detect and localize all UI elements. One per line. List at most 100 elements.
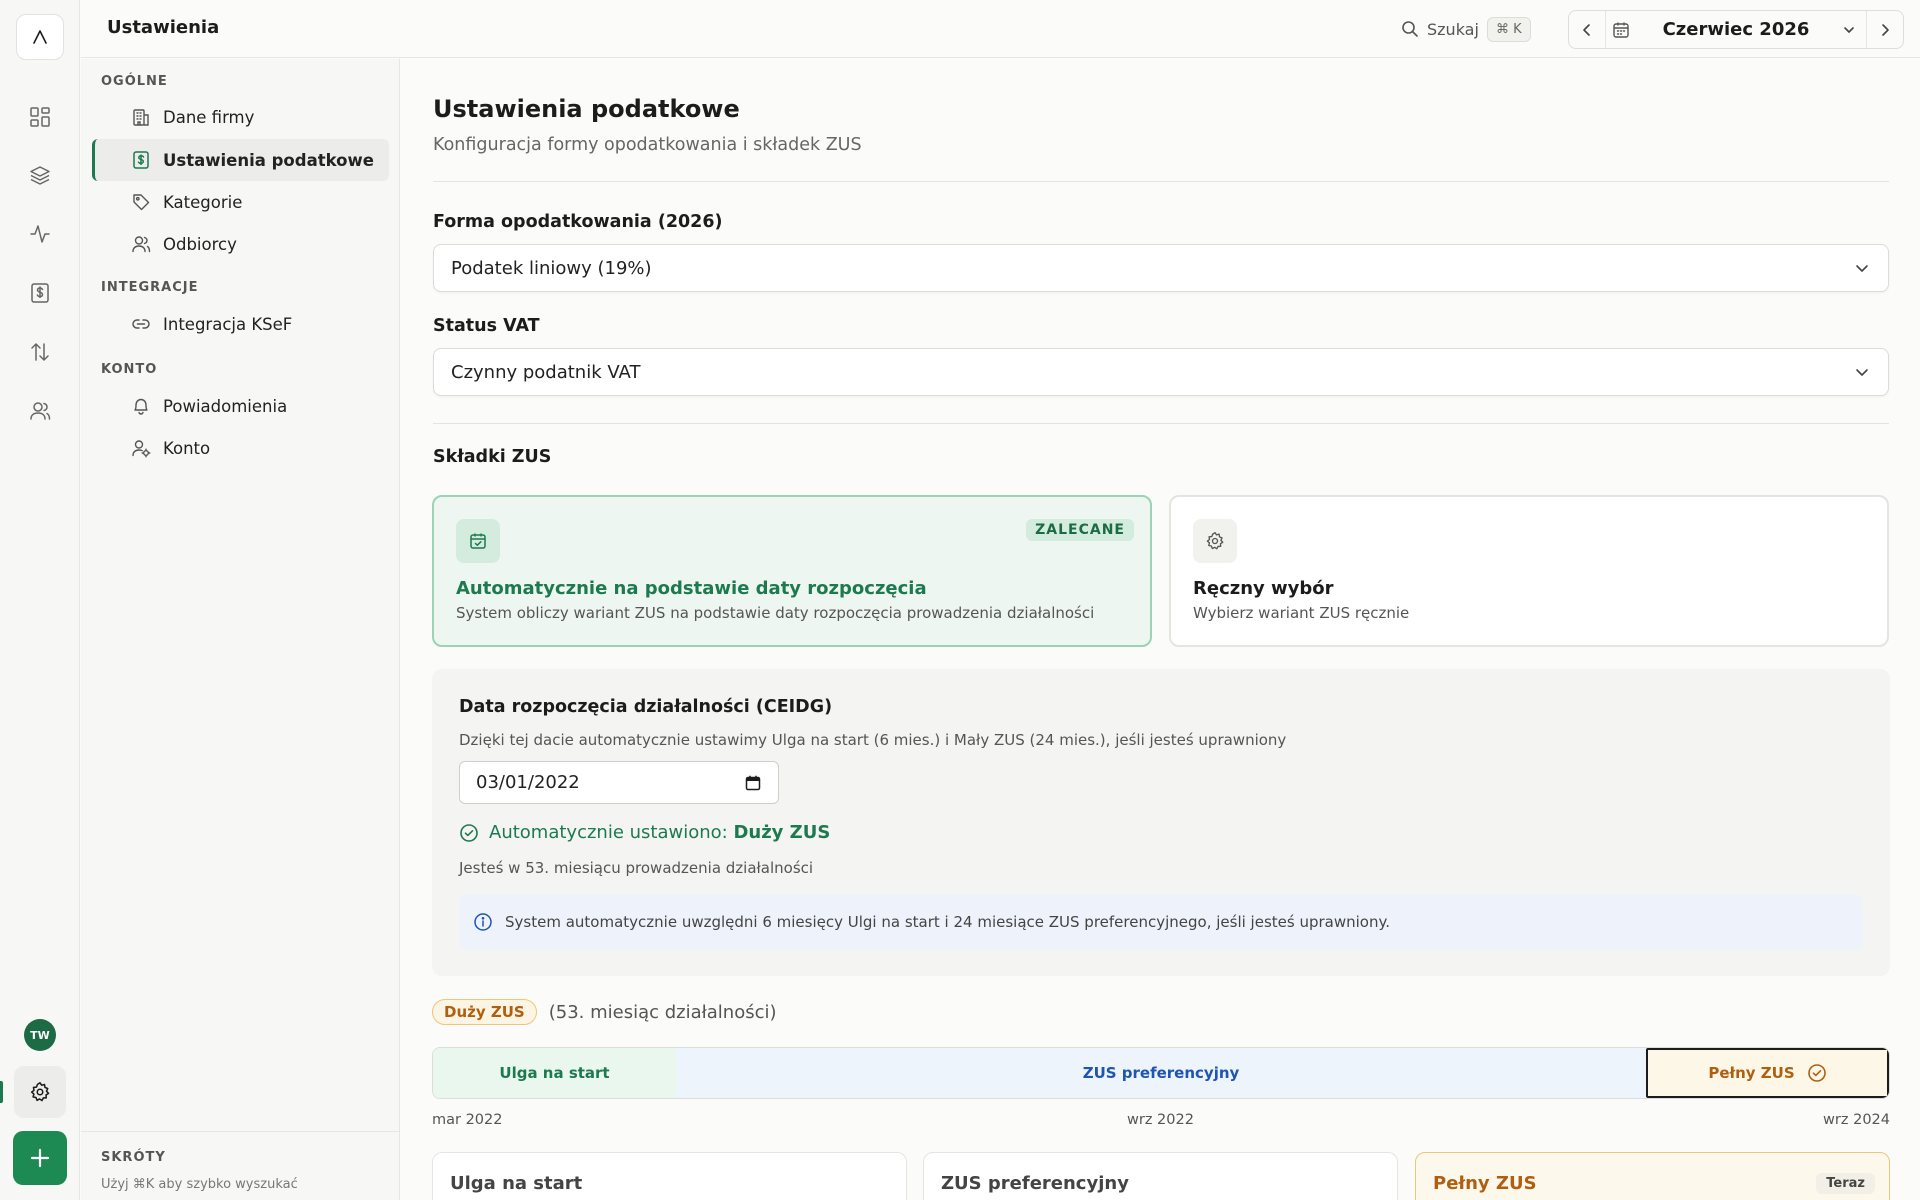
vat-status-value: Czynny podatnik VAT (451, 361, 641, 383)
search-label: Szukaj (1427, 19, 1479, 39)
chevron-right-icon (1882, 23, 1889, 36)
auto-set-value: Duży ZUS (733, 822, 831, 843)
layers-icon[interactable] (26, 161, 54, 189)
search-shortcut: ⌘ K (1486, 16, 1531, 42)
sidebar-item-label: Kategorie (163, 192, 243, 212)
page-description: Konfiguracja formy opodatkowania i skład… (433, 135, 862, 155)
invoice-icon[interactable] (26, 279, 54, 307)
sidebar-item-notifications[interactable]: Powiadomienia (92, 385, 389, 427)
status-badge: Duży ZUS (432, 999, 537, 1025)
tax-form-select[interactable]: Podatek liniowy (19%) (433, 244, 1889, 292)
start-date-title: Data rozpoczęcia działalności (CEIDG) (459, 697, 833, 717)
check-circle-icon (1807, 1064, 1826, 1082)
info-box: System automatycznie uwzględni 6 miesięc… (459, 894, 1863, 950)
current-month: Czerwiec 2026 (1662, 19, 1810, 40)
page-header-title: Ustawienia (107, 17, 220, 38)
month-select[interactable]: Czerwiec 2026 (1605, 11, 1867, 48)
avatar[interactable]: TW (24, 1019, 56, 1051)
current-zus-state: Duży ZUS (53. miesiąc działalności) (432, 999, 777, 1025)
timeline-label-start: mar 2022 (432, 1112, 503, 1128)
manual-option-description: Wybierz wariant ZUS ręcznie (1193, 604, 1410, 622)
sidebar-item-label: Powiadomienia (163, 396, 288, 416)
phase-card-title: ZUS preferencyjny (941, 1173, 1129, 1194)
tax-icon (133, 151, 149, 169)
manual-option-title: Ręczny wybór (1193, 578, 1334, 599)
chevron-left-icon (1583, 23, 1590, 36)
app-logo[interactable] (16, 14, 64, 60)
tag-icon (133, 194, 150, 211)
vat-status-label: Status VAT (433, 316, 540, 336)
sidebar-item-account[interactable]: Konto (92, 427, 389, 469)
next-month-button[interactable] (1867, 11, 1903, 48)
timeline-label-mid: wrz 2022 (1127, 1112, 1194, 1128)
auto-set-status: Automatycznie ustawiono: Duży ZUS (459, 822, 830, 843)
link-icon (132, 319, 150, 329)
recommended-badge: ZALECANE (1026, 519, 1134, 541)
current-phase-badge: Teraz (1816, 1173, 1875, 1194)
top-bar: Ustawienia Szukaj ⌘ K Czerwiec 2026 (81, 0, 1920, 58)
auto-option-description: System obliczy wariant ZUS na podstawie … (456, 604, 1095, 622)
check-circle-icon (460, 823, 478, 842)
zus-section-title: Składki ZUS (433, 447, 552, 467)
zus-auto-option[interactable]: ZALECANE Automatycznie na podstawie daty… (432, 495, 1152, 647)
chevron-down-icon (1856, 369, 1868, 376)
timeline-segment-full-label: Pełny ZUS (1708, 1064, 1795, 1082)
vat-status-select[interactable]: Czynny podatnik VAT (433, 348, 1889, 396)
settings-nav-button[interactable] (14, 1066, 66, 1118)
settings-sidebar: OGÓLNE Dane firmy Ustawienia podatkowe K… (81, 59, 400, 1200)
section-general: OGÓLNE (101, 74, 168, 89)
icon-rail: TW (0, 0, 80, 1200)
sidebar-item-label: Dane firmy (163, 107, 255, 127)
prev-month-button[interactable] (1569, 11, 1605, 48)
ceidg-panel: Data rozpoczęcia działalności (CEIDG) Dz… (432, 669, 1890, 976)
zus-manual-option[interactable]: Ręczny wybór Wybierz wariant ZUS ręcznie (1169, 495, 1889, 647)
calendar-icon (1613, 22, 1629, 38)
sidebar-item-label: Odbiorcy (163, 234, 237, 254)
calendar-icon[interactable] (744, 774, 762, 792)
divider (433, 181, 1889, 182)
phase-card-full[interactable]: Pełny ZUS Teraz (1415, 1152, 1890, 1200)
sidebar-item-ksef[interactable]: Integracja KSeF (92, 303, 389, 345)
chevron-down-icon (1844, 26, 1854, 33)
calendar-check-icon (456, 519, 500, 563)
bell-icon (134, 398, 148, 415)
activity-icon[interactable] (26, 220, 54, 248)
sidebar-item-label: Konto (163, 438, 211, 458)
start-date-description: Dzięki tej dacie automatycznie ustawimy … (459, 731, 1287, 749)
zus-timeline: Ulga na start ZUS preferencyjny Pełny ZU… (432, 1047, 1890, 1099)
building-icon (133, 109, 149, 126)
page-title: Ustawienia podatkowe (433, 95, 740, 123)
dashboard-icon[interactable] (26, 103, 54, 131)
sidebar-item-categories[interactable]: Kategorie (92, 181, 389, 223)
auto-option-title: Automatycznie na podstawie daty rozpoczę… (456, 578, 927, 599)
timeline-label-end: wrz 2024 (1823, 1112, 1890, 1128)
users-icon (132, 236, 151, 253)
phase-card-start-relief[interactable]: Ulga na start (432, 1152, 907, 1200)
phase-card-title: Pełny ZUS (1433, 1173, 1537, 1194)
section-integrations: INTEGRACJE (101, 280, 199, 295)
start-date-value: 03/01/2022 (476, 772, 580, 793)
search-icon (1402, 21, 1418, 37)
phase-card-preferential[interactable]: ZUS preferencyjny (923, 1152, 1398, 1200)
business-month-info: Jesteś w 53. miesiącu prowadzenia działa… (459, 859, 814, 877)
user-gear-icon (132, 440, 151, 458)
sidebar-item-company[interactable]: Dane firmy (92, 96, 389, 138)
timeline-segment-full: Pełny ZUS (1646, 1048, 1889, 1098)
phase-card-title: Ulga na start (450, 1173, 583, 1194)
sidebar-item-label: Integracja KSeF (163, 314, 293, 334)
sidebar-item-recipients[interactable]: Odbiorcy (92, 223, 389, 265)
plus-icon (30, 1148, 50, 1168)
sidebar-item-tax-settings[interactable]: Ustawienia podatkowe (92, 139, 389, 181)
add-button[interactable] (13, 1131, 67, 1185)
logo-icon (33, 30, 47, 44)
auto-set-prefix: Automatycznie ustawiono: (489, 822, 728, 843)
transfers-icon[interactable] (26, 338, 54, 366)
sidebar-item-label: Ustawienia podatkowe (163, 150, 374, 170)
tax-form-label: Forma opodatkowania (2026) (433, 212, 723, 232)
info-icon (474, 913, 492, 931)
search-trigger[interactable]: Szukaj ⌘ K (1401, 13, 1531, 45)
shortcuts-title: SKRÓTY (101, 1150, 166, 1165)
contacts-icon[interactable] (26, 397, 54, 425)
timeline-segment-start-relief: Ulga na start (433, 1048, 676, 1098)
start-date-input[interactable]: 03/01/2022 (459, 761, 779, 804)
